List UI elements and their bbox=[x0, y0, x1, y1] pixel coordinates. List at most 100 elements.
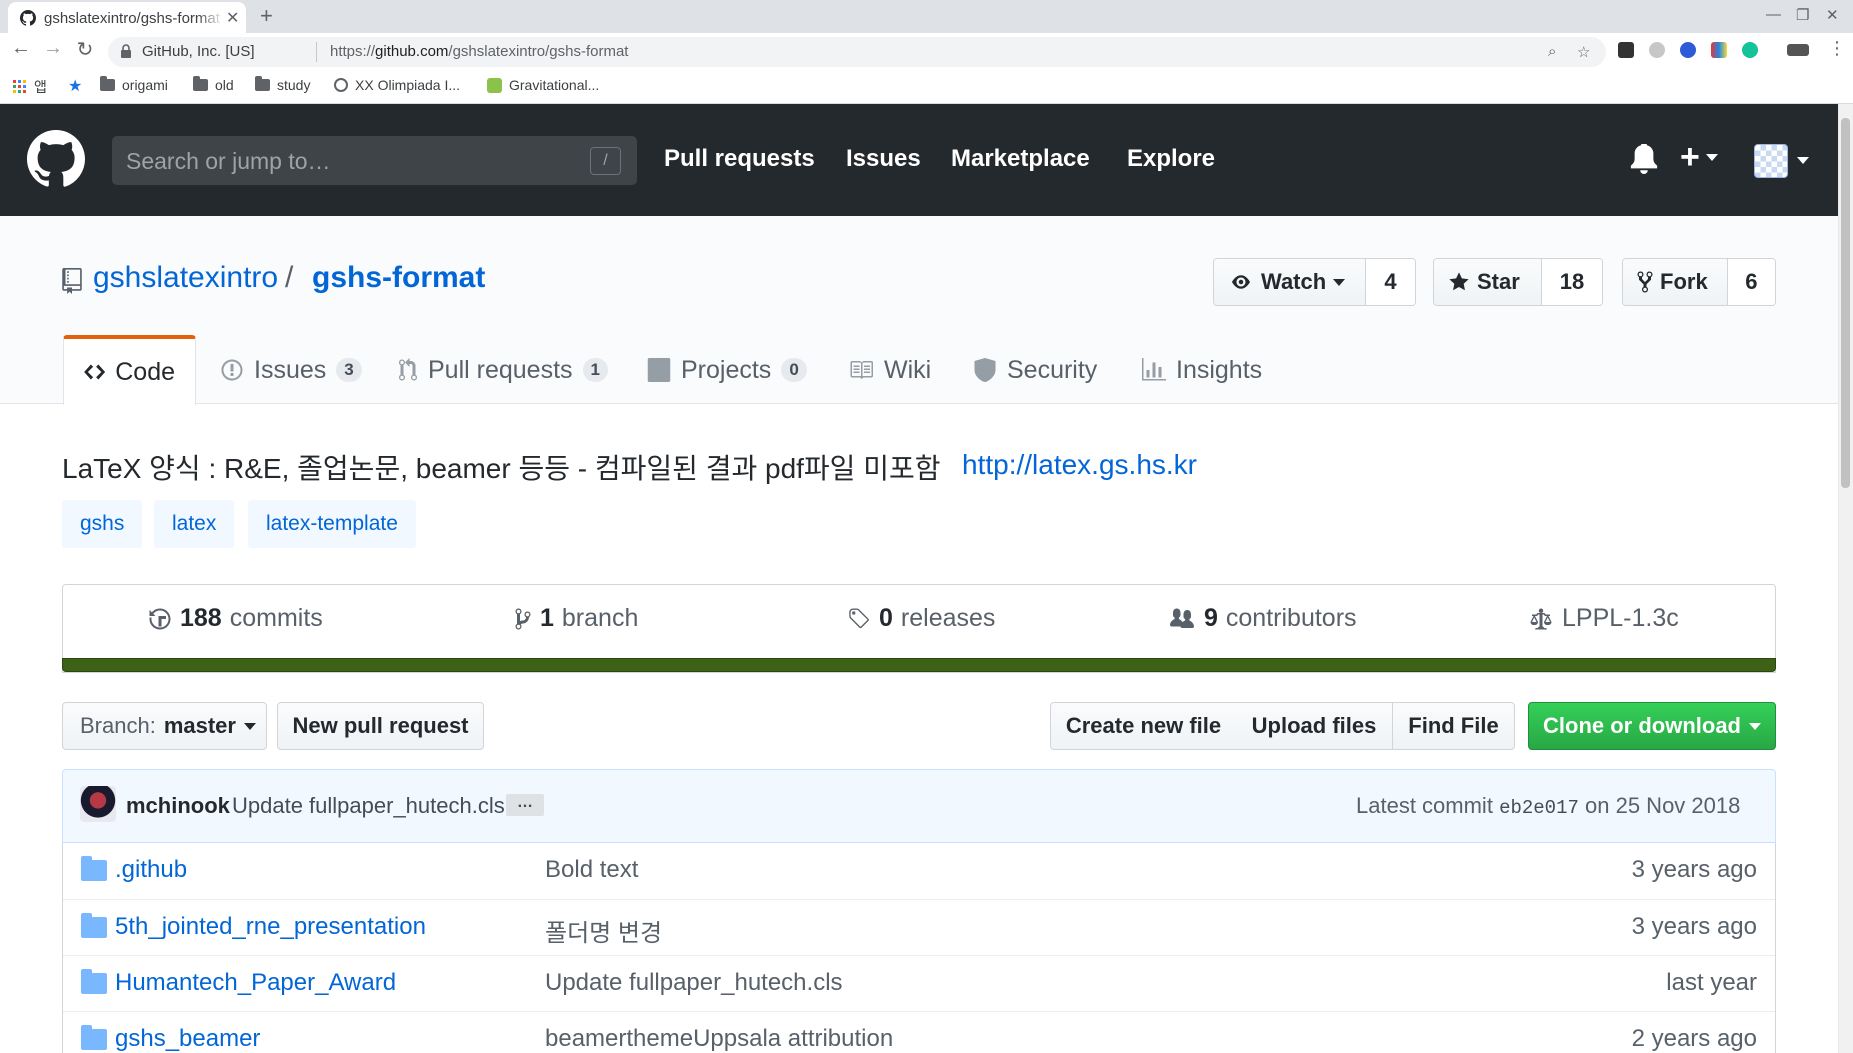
new-pull-request-button[interactable]: New pull request bbox=[277, 702, 484, 750]
extension-k-icon[interactable] bbox=[1680, 42, 1696, 58]
close-window-icon[interactable]: ✕ bbox=[1826, 6, 1839, 24]
folder-icon bbox=[81, 1025, 107, 1050]
tab-insights[interactable]: Insights bbox=[1122, 335, 1282, 405]
commit-author[interactable]: mchinook bbox=[126, 793, 230, 819]
notifications-bell-icon[interactable] bbox=[1629, 144, 1659, 174]
tag-icon bbox=[849, 608, 869, 628]
file-name-link[interactable]: Humantech_Paper_Award bbox=[115, 969, 396, 997]
create-new-menu[interactable]: + bbox=[1680, 134, 1718, 180]
file-commit-message[interactable]: beamerthemeUppsala attribution bbox=[545, 1025, 893, 1053]
shield-icon bbox=[974, 358, 996, 382]
browser-tab[interactable]: gshslatexintro/gshs-format ✕ bbox=[8, 2, 246, 33]
branches-link[interactable]: 1 branch bbox=[514, 604, 638, 633]
topic-tag[interactable]: gshs bbox=[62, 500, 143, 548]
restore-window-icon[interactable]: ❐ bbox=[1796, 6, 1809, 24]
eye-icon bbox=[1232, 275, 1250, 289]
minimize-window-icon[interactable]: — bbox=[1766, 6, 1781, 23]
repo-owner-link[interactable]: gshslatexintro bbox=[93, 261, 278, 295]
chevron-down-icon[interactable] bbox=[1797, 157, 1809, 164]
tab-wiki[interactable]: Wiki bbox=[828, 335, 951, 405]
tab-security[interactable]: Security bbox=[953, 335, 1117, 405]
nav-pull-requests[interactable]: Pull requests bbox=[664, 145, 815, 173]
contributors-link[interactable]: 9 contributors bbox=[1168, 604, 1357, 633]
watch-button[interactable]: Watch bbox=[1214, 259, 1366, 305]
repo-name-link[interactable]: gshs-format bbox=[312, 261, 485, 295]
nav-issues[interactable]: Issues bbox=[846, 145, 921, 173]
scrollbar-thumb[interactable] bbox=[1841, 118, 1850, 488]
forward-icon[interactable]: → bbox=[41, 37, 65, 60]
extension-icon[interactable] bbox=[1618, 42, 1634, 58]
zoom-icon[interactable]: ⌕ bbox=[1548, 43, 1556, 60]
browser-tab-strip: gshslatexintro/gshs-format ✕ + — ❐ ✕ bbox=[0, 0, 1853, 33]
star-button[interactable]: Star bbox=[1434, 259, 1542, 305]
browser-menu-icon[interactable]: ⋮ bbox=[1828, 38, 1846, 59]
extension-color-icon[interactable] bbox=[1711, 42, 1727, 58]
bookmark-star-icon[interactable]: ☆ bbox=[1577, 43, 1590, 61]
watch-count[interactable]: 4 bbox=[1366, 259, 1415, 305]
extension-glasses-icon[interactable] bbox=[1787, 44, 1809, 56]
bookmark-folder-old[interactable]: old bbox=[193, 76, 234, 93]
releases-link[interactable]: 0 releases bbox=[847, 604, 995, 633]
people-icon bbox=[1170, 608, 1194, 628]
license-link[interactable]: LPPL-1.3c bbox=[1528, 604, 1679, 633]
extension-globe-icon[interactable] bbox=[1649, 42, 1665, 58]
tab-code[interactable]: Code bbox=[63, 335, 196, 405]
bookmark-folder-origami[interactable]: origami bbox=[100, 76, 168, 93]
reload-icon[interactable]: ↻ bbox=[73, 37, 97, 62]
license-label: LPPL-1.3c bbox=[1562, 604, 1679, 632]
fork-button-group: Fork 6 bbox=[1622, 258, 1776, 306]
repo-path-separator: / bbox=[285, 261, 294, 294]
latest-commit-info: Latest commit eb2e017 on 25 Nov 2018 bbox=[1356, 793, 1740, 819]
user-avatar[interactable] bbox=[1754, 144, 1788, 178]
commit-author-avatar[interactable] bbox=[80, 786, 116, 822]
file-commit-message[interactable]: 폴더명 변경 bbox=[545, 913, 662, 948]
clone-or-download-button[interactable]: Clone or download bbox=[1528, 702, 1776, 750]
find-file-button[interactable]: Find File bbox=[1392, 702, 1515, 750]
close-tab-icon[interactable]: ✕ bbox=[226, 8, 239, 28]
file-name-link[interactable]: 5th_jointed_rne_presentation bbox=[115, 913, 426, 941]
apps-bookmark[interactable]: 앱 bbox=[13, 77, 47, 97]
topic-tag[interactable]: latex-template bbox=[248, 500, 416, 548]
language-bar[interactable] bbox=[62, 658, 1776, 672]
tab-code-label: Code bbox=[115, 357, 175, 386]
fork-count[interactable]: 6 bbox=[1727, 259, 1775, 305]
address-bar[interactable]: GitHub, Inc. [US] https://github.com/gsh… bbox=[108, 37, 1606, 67]
commits-link[interactable]: 188 commits bbox=[148, 604, 323, 633]
repo-homepage-link[interactable]: http://latex.gs.hs.kr bbox=[962, 449, 1197, 481]
file-commit-message[interactable]: Update fullpaper_hutech.cls bbox=[545, 969, 843, 997]
branch-select-button[interactable]: Branch: master bbox=[62, 702, 267, 750]
file-commit-message[interactable]: Bold text bbox=[545, 856, 638, 884]
star-count[interactable]: 18 bbox=[1542, 259, 1602, 305]
commit-sha-link[interactable]: eb2e017 bbox=[1499, 797, 1579, 819]
tab-wiki-label: Wiki bbox=[884, 355, 932, 384]
globe-icon bbox=[334, 78, 348, 92]
file-name-link[interactable]: .github bbox=[115, 856, 187, 884]
topic-tag[interactable]: latex bbox=[154, 500, 235, 548]
commit-message[interactable]: Update fullpaper_hutech.cls bbox=[232, 793, 505, 819]
tab-pull-requests[interactable]: Pull requests 1 bbox=[378, 335, 628, 405]
repo-icon bbox=[62, 268, 82, 294]
nav-marketplace[interactable]: Marketplace bbox=[951, 145, 1090, 173]
fork-button[interactable]: Fork bbox=[1623, 259, 1728, 305]
grammarly-icon[interactable] bbox=[1742, 42, 1758, 58]
github-logo-icon[interactable] bbox=[27, 130, 85, 188]
nav-explore[interactable]: Explore bbox=[1127, 145, 1215, 173]
book-icon bbox=[850, 361, 873, 379]
create-new-file-button[interactable]: Create new file bbox=[1050, 702, 1237, 750]
file-name-link[interactable]: gshs_beamer bbox=[115, 1025, 260, 1053]
tab-projects[interactable]: Projects 0 bbox=[627, 335, 827, 405]
history-icon bbox=[149, 608, 171, 629]
bookmark-olimpiada[interactable]: XX Olimpiada I... bbox=[334, 77, 460, 93]
tab-issues[interactable]: Issues 3 bbox=[200, 335, 382, 405]
code-icon bbox=[84, 364, 106, 380]
bookmark-star-icon[interactable]: ★ bbox=[68, 76, 82, 96]
bookmark-gravitational[interactable]: Gravitational... bbox=[487, 77, 599, 93]
back-icon[interactable]: ← bbox=[9, 37, 33, 60]
new-tab-button[interactable]: + bbox=[260, 3, 273, 29]
bookmark-folder-study[interactable]: study bbox=[255, 76, 310, 93]
upload-files-button[interactable]: Upload files bbox=[1236, 702, 1393, 750]
commit-date: on 25 Nov 2018 bbox=[1585, 793, 1741, 818]
expand-commit-message-button[interactable]: … bbox=[506, 794, 544, 816]
plus-icon: + bbox=[1680, 138, 1700, 176]
search-input[interactable] bbox=[126, 148, 566, 174]
